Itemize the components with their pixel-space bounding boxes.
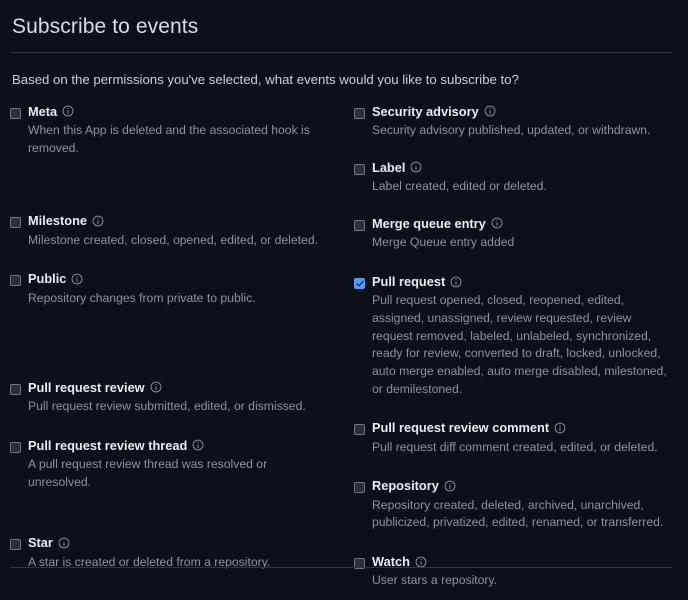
event-row[interactable]: Pull request review Pull request review …: [10, 380, 354, 416]
event-label[interactable]: Milestone: [28, 213, 87, 228]
event-description: Merge Queue entry added: [372, 234, 674, 252]
info-icon[interactable]: [450, 276, 462, 288]
event-head: Label: [372, 160, 674, 175]
event-checkbox-label[interactable]: [354, 164, 365, 175]
event-body: Public Repository changes from private t…: [28, 271, 330, 307]
event-checkbox-meta[interactable]: [10, 108, 21, 119]
page-title: Subscribe to events: [10, 0, 678, 52]
event-label[interactable]: Merge queue entry: [372, 216, 486, 231]
event-body: Pull request review thread A pull reques…: [28, 438, 330, 492]
event-body: Watch User stars a repository.: [372, 554, 674, 590]
info-icon[interactable]: [192, 439, 204, 451]
event-label[interactable]: Security advisory: [372, 104, 479, 119]
event-checkbox-pull-request-review-comment[interactable]: [354, 424, 365, 435]
event-head: Merge queue entry: [372, 216, 674, 231]
event-checkbox-pull-request[interactable]: [354, 278, 365, 289]
event-row[interactable]: Meta When this App is deleted and the as…: [10, 104, 354, 158]
event-head: Pull request review thread: [28, 438, 330, 453]
event-description: When this App is deleted and the associa…: [28, 122, 330, 157]
info-icon[interactable]: [58, 537, 70, 549]
intro-text: Based on the permissions you've selected…: [10, 53, 678, 103]
info-icon[interactable]: [410, 161, 422, 173]
event-label[interactable]: Star: [28, 535, 53, 550]
event-checkbox-merge-queue-entry[interactable]: [354, 220, 365, 231]
event-body: Pull request review Pull request review …: [28, 380, 330, 416]
event-body: Star A star is created or deleted from a…: [28, 535, 330, 571]
event-description: A pull request review thread was resolve…: [28, 456, 330, 491]
info-icon[interactable]: [415, 556, 427, 568]
event-description: Repository changes from private to publi…: [28, 290, 330, 308]
event-checkbox-security-advisory[interactable]: [354, 108, 365, 119]
event-checkbox-repository[interactable]: [354, 482, 365, 493]
footer-divider: [10, 567, 672, 568]
info-icon[interactable]: [62, 105, 74, 117]
event-row[interactable]: Public Repository changes from private t…: [10, 271, 354, 307]
event-label[interactable]: Repository: [372, 478, 439, 493]
event-row[interactable]: Merge queue entry Merge Queue entry adde…: [354, 216, 688, 252]
events-grid: Meta When this App is deleted and the as…: [10, 104, 678, 600]
event-checkbox-pull-request-review-thread[interactable]: [10, 442, 21, 453]
event-body: Meta When this App is deleted and the as…: [28, 104, 330, 158]
event-description: Security advisory published, updated, or…: [372, 122, 674, 140]
event-row[interactable]: Pull request review comment Pull request…: [354, 420, 688, 456]
event-row[interactable]: Watch User stars a repository.: [354, 554, 688, 590]
event-label[interactable]: Meta: [28, 104, 57, 119]
event-row[interactable]: Security advisory Security advisory publ…: [354, 104, 688, 140]
event-head: Pull request review: [28, 380, 330, 395]
event-head: Public: [28, 271, 330, 286]
info-icon[interactable]: [150, 381, 162, 393]
event-label[interactable]: Pull request review comment: [372, 420, 549, 435]
event-body: Security advisory Security advisory publ…: [372, 104, 674, 140]
event-row[interactable]: Pull request review thread A pull reques…: [10, 438, 354, 492]
event-row[interactable]: Star A star is created or deleted from a…: [10, 535, 354, 571]
event-row[interactable]: Pull request Pull request opened, closed…: [354, 274, 688, 398]
event-description: Milestone created, closed, opened, edite…: [28, 232, 330, 250]
event-head: Star: [28, 535, 330, 550]
event-description: Repository created, deleted, archived, u…: [372, 497, 674, 532]
info-icon[interactable]: [71, 273, 83, 285]
event-label[interactable]: Label: [372, 160, 405, 175]
event-head: Pull request: [372, 274, 674, 289]
event-row[interactable]: Milestone Milestone created, closed, ope…: [10, 213, 354, 249]
event-description: Pull request opened, closed, reopened, e…: [372, 292, 674, 398]
event-label[interactable]: Pull request: [372, 274, 445, 289]
info-icon[interactable]: [444, 480, 456, 492]
event-row[interactable]: Repository Repository created, deleted, …: [354, 478, 688, 532]
event-body: Pull request review comment Pull request…: [372, 420, 674, 456]
info-icon[interactable]: [554, 422, 566, 434]
event-label[interactable]: Pull request review: [28, 380, 145, 395]
event-description: Label created, edited or deleted.: [372, 178, 674, 196]
event-head: Repository: [372, 478, 674, 493]
event-head: Meta: [28, 104, 330, 119]
event-body: Repository Repository created, deleted, …: [372, 478, 674, 532]
event-label[interactable]: Public: [28, 271, 66, 286]
event-head: Pull request review comment: [372, 420, 674, 435]
info-icon[interactable]: [484, 105, 496, 117]
event-description: A star is created or deleted from a repo…: [28, 554, 330, 572]
event-body: Milestone Milestone created, closed, ope…: [28, 213, 330, 249]
event-description: User stars a repository.: [372, 572, 674, 590]
events-column-right: Security advisory Security advisory publ…: [354, 104, 688, 600]
event-body: Merge queue entry Merge Queue entry adde…: [372, 216, 674, 252]
events-column-left: Meta When this App is deleted and the as…: [10, 104, 354, 600]
event-checkbox-star[interactable]: [10, 539, 21, 550]
event-checkbox-pull-request-review[interactable]: [10, 384, 21, 395]
event-label[interactable]: Pull request review thread: [28, 438, 187, 453]
event-description: Pull request diff comment created, edite…: [372, 439, 674, 457]
event-description: Pull request review submitted, edited, o…: [28, 398, 330, 416]
event-head: Security advisory: [372, 104, 674, 119]
subscribe-to-events-panel: Subscribe to events Based on the permiss…: [0, 0, 688, 590]
info-icon[interactable]: [92, 215, 104, 227]
event-body: Label Label created, edited or deleted.: [372, 160, 674, 196]
event-checkbox-public[interactable]: [10, 275, 21, 286]
event-head: Milestone: [28, 213, 330, 228]
info-icon[interactable]: [491, 217, 503, 229]
event-row[interactable]: Label Label created, edited or deleted.: [354, 160, 688, 196]
event-checkbox-milestone[interactable]: [10, 217, 21, 228]
event-body: Pull request Pull request opened, closed…: [372, 274, 674, 398]
